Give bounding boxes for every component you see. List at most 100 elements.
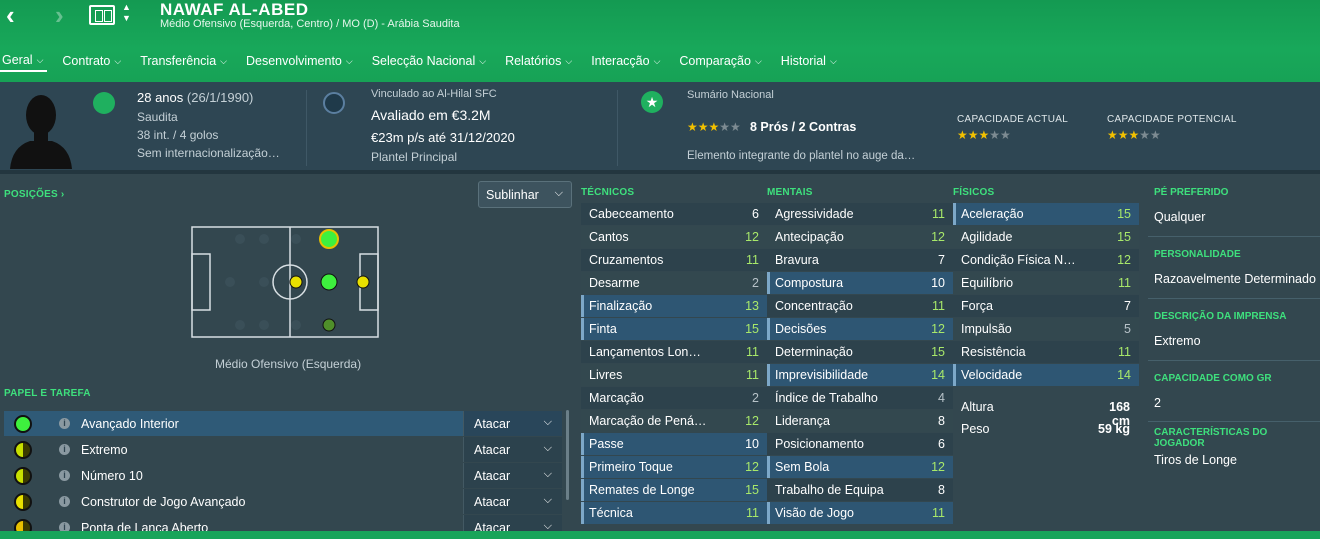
- national-summary-label: Sumário Nacional: [687, 89, 774, 101]
- attribute-value: 15: [745, 483, 759, 497]
- duty-dropdown[interactable]: Atacar ⌵: [463, 463, 562, 488]
- attribute-row[interactable]: Desarme 2: [581, 272, 767, 295]
- preferred-foot-value: Qualquer: [1154, 210, 1206, 224]
- attribute-row[interactable]: Antecipação 12: [767, 226, 953, 249]
- attribute-row[interactable]: Índice de Trabalho 4: [767, 387, 953, 410]
- attribute-row[interactable]: Agilidade 15: [953, 226, 1139, 249]
- duty-dropdown[interactable]: Atacar ⌵: [463, 411, 562, 436]
- attribute-name: Índice de Trabalho: [775, 391, 878, 405]
- attribute-row[interactable]: Finalização 13: [581, 295, 767, 318]
- mental-label: MENTAIS: [767, 187, 813, 198]
- menu-transferencia[interactable]: Transferência ⌵: [136, 50, 231, 72]
- attribute-name: Finta: [589, 322, 617, 336]
- attribute-row[interactable]: Agressividade 11: [767, 203, 953, 226]
- roles-scrollbar[interactable]: [566, 410, 569, 500]
- attribute-row[interactable]: Remates de Longe 15: [581, 479, 767, 502]
- attribute-row[interactable]: Cabeceamento 6: [581, 203, 767, 226]
- menu-desenvolvimento[interactable]: Desenvolvimento ⌵: [242, 50, 357, 72]
- club-contract[interactable]: Vinculado ao Al-Hilal SFC: [371, 88, 497, 100]
- chevron-up-icon[interactable]: ▲: [122, 3, 131, 12]
- attribute-name: Marcação de Pená…: [589, 414, 707, 428]
- attribute-row[interactable]: Equilíbrio 11: [953, 272, 1139, 295]
- personality-value: Razoavelmente Determinado: [1154, 272, 1316, 286]
- weight-label: Peso: [961, 422, 990, 436]
- attribute-row[interactable]: Bravura 7: [767, 249, 953, 272]
- club-badge-icon[interactable]: [323, 92, 345, 114]
- duty-dropdown[interactable]: Atacar ⌵: [463, 489, 562, 514]
- attribute-row[interactable]: Finta 15: [581, 318, 767, 341]
- attribute-row[interactable]: Condição Física N… 12: [953, 249, 1139, 272]
- chevron-down-icon: ⌵: [543, 416, 552, 428]
- highlight-dropdown[interactable]: Sublinhar ⌵: [478, 181, 572, 208]
- attribute-name: Finalização: [589, 299, 653, 313]
- attribute-row[interactable]: Compostura 10: [767, 272, 953, 295]
- info-icon[interactable]: i: [59, 496, 70, 507]
- weight-value: 59 kg: [1098, 422, 1130, 436]
- attribute-name: Bravura: [775, 253, 819, 267]
- attribute-row[interactable]: Lançamentos Lon… 11: [581, 341, 767, 364]
- info-icon[interactable]: i: [59, 470, 70, 481]
- attribute-value: 11: [746, 345, 759, 359]
- pitch-outline: [191, 226, 379, 338]
- attribute-name: Cruzamentos: [589, 253, 664, 267]
- role-row[interactable]: i Extremo Atacar ⌵: [4, 437, 562, 462]
- menu-geral[interactable]: Geral ⌵: [0, 50, 48, 72]
- attribute-row[interactable]: Aceleração 15: [953, 203, 1139, 226]
- wage-contract: €23m p/s até 31/12/2020: [371, 130, 515, 145]
- position-caption: Médio Ofensivo (Esquerda): [215, 357, 362, 371]
- attribute-row[interactable]: Cruzamentos 11: [581, 249, 767, 272]
- positions-label[interactable]: POSIÇÕES ›: [4, 189, 64, 200]
- attribute-name: Trabalho de Equipa: [775, 483, 884, 497]
- gk-ability-label: CAPACIDADE COMO GR: [1154, 373, 1272, 384]
- technical-attributes: Cabeceamento 6 Cantos 12 Cruzamentos 11 Desarm…: [581, 203, 767, 525]
- attribute-row[interactable]: Posicionamento 6: [767, 433, 953, 456]
- attribute-row[interactable]: Sem Bola 12: [767, 456, 953, 479]
- position-slot: [235, 320, 245, 330]
- attribute-row[interactable]: Livres 11: [581, 364, 767, 387]
- attribute-row[interactable]: Liderança 8: [767, 410, 953, 433]
- position-dot-mo-esquerda: [319, 229, 339, 249]
- forward-icon[interactable]: ›: [55, 2, 64, 28]
- attribute-row[interactable]: Marcação de Pená… 12: [581, 410, 767, 433]
- position-slot: [259, 320, 269, 330]
- attribute-name: Visão de Jogo: [775, 506, 854, 520]
- attribute-row[interactable]: Marcação 2: [581, 387, 767, 410]
- player-traits-label: CARACTERÍSTICAS DO JOGADOR: [1154, 427, 1268, 449]
- attribute-row[interactable]: Decisões 12: [767, 318, 953, 341]
- attribute-value: 12: [1117, 253, 1131, 267]
- attribute-name: Desarme: [589, 276, 640, 290]
- attribute-row[interactable]: Resistência 11: [953, 341, 1139, 364]
- top-menu: Geral ⌵ Contrato ⌵ Transferência ⌵ Desenvol…: [0, 50, 852, 74]
- position-dot-mc: [289, 275, 303, 289]
- menu-interaccao[interactable]: Interacção ⌵: [587, 50, 664, 72]
- attribute-value: 11: [932, 299, 945, 313]
- back-icon[interactable]: ‹: [6, 2, 15, 28]
- role-row[interactable]: i Construtor de Jogo Avançado Atacar ⌵: [4, 489, 562, 514]
- attribute-row[interactable]: Determinação 15: [767, 341, 953, 364]
- menu-relatorios[interactable]: Relatórios ⌵: [501, 50, 576, 72]
- info-icon[interactable]: i: [59, 418, 70, 429]
- info-icon[interactable]: i: [59, 444, 70, 455]
- role-row[interactable]: i Avançado Interior Atacar ⌵: [4, 411, 562, 436]
- attribute-row[interactable]: Passe 10: [581, 433, 767, 456]
- attribute-row[interactable]: Impulsão 5: [953, 318, 1139, 341]
- chevron-down-icon[interactable]: ▼: [122, 14, 131, 23]
- attribute-row[interactable]: Visão de Jogo 11: [767, 502, 953, 525]
- attribute-row[interactable]: Trabalho de Equipa 8: [767, 479, 953, 502]
- attribute-row[interactable]: Primeiro Toque 12: [581, 456, 767, 479]
- attribute-value: 4: [938, 391, 945, 405]
- attribute-row[interactable]: Concentração 11: [767, 295, 953, 318]
- attribute-row[interactable]: Velocidade 14: [953, 364, 1139, 387]
- menu-seleccao-nacional[interactable]: Selecção Nacional ⌵: [368, 50, 490, 72]
- attribute-row[interactable]: Força 7: [953, 295, 1139, 318]
- duty-dropdown[interactable]: Atacar ⌵: [463, 437, 562, 462]
- menu-contrato[interactable]: Contrato ⌵: [58, 50, 125, 72]
- attribute-row[interactable]: Técnica 11: [581, 502, 767, 525]
- role-row[interactable]: i Número 10 Atacar ⌵: [4, 463, 562, 488]
- squad-icon[interactable]: [89, 5, 115, 25]
- menu-historial[interactable]: Historial ⌵: [777, 50, 841, 72]
- menu-comparacao[interactable]: Comparação ⌵: [675, 50, 765, 72]
- attribute-row[interactable]: Imprevisibilidade 14: [767, 364, 953, 387]
- attribute-value: 14: [1117, 368, 1131, 382]
- attribute-row[interactable]: Cantos 12: [581, 226, 767, 249]
